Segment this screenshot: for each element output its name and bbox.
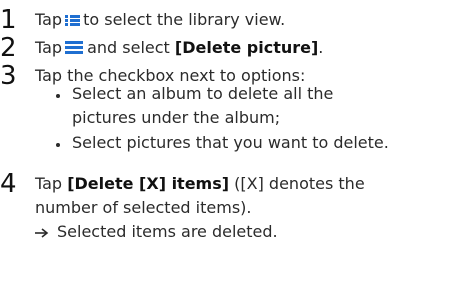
- bullet-item: Select an album to delete all the: [72, 84, 334, 103]
- step-number: 4: [0, 169, 17, 199]
- result-line: Selected items are deleted.: [35, 222, 278, 243]
- step-text: Tap the checkbox next to options:: [35, 66, 306, 85]
- bullet-icon: [56, 94, 60, 98]
- bullet-icon: [56, 143, 60, 147]
- bullet-item: Select pictures that you want to delete.: [72, 133, 389, 152]
- button-label: [Delete [X] items]: [67, 174, 230, 193]
- menu-option-label: [Delete picture]: [174, 38, 319, 57]
- menu-icon: [65, 39, 84, 59]
- step-number: 2: [0, 33, 17, 63]
- result-arrow-icon: [35, 223, 49, 243]
- step-text: Tap [Delete [X] items] ([X] denotes the: [35, 174, 365, 193]
- step-number: 3: [0, 61, 17, 91]
- bullet-item-continued: pictures under the album;: [72, 108, 281, 127]
- step-text-continued: number of selected items).: [35, 198, 252, 217]
- step-text: Tap and select [Delete picture].: [35, 38, 324, 59]
- step-text: Tap to select the library view.: [35, 10, 286, 31]
- step-number: 1: [0, 5, 17, 35]
- library-view-icon: [65, 11, 81, 31]
